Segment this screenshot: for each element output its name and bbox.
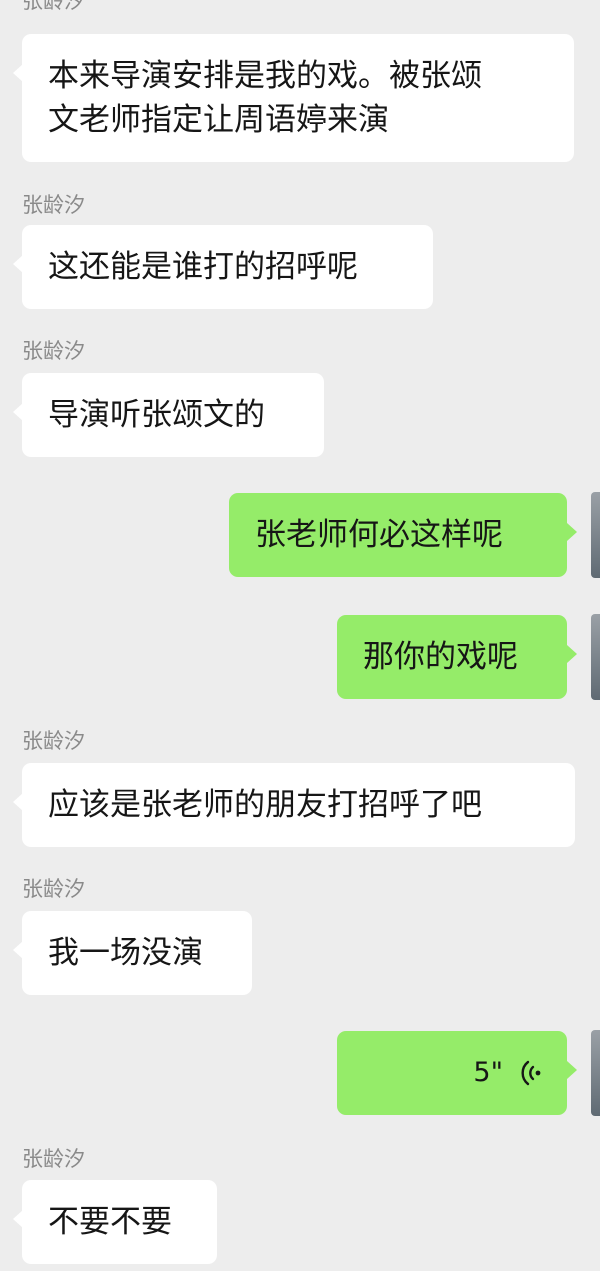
message-bubble-outgoing[interactable]: 那你的戏呢	[337, 615, 577, 699]
voice-duration: 5"	[473, 1057, 503, 1088]
message-bubble-incoming[interactable]: 不要不要	[13, 1180, 217, 1264]
message-text: 导演听张颂文的	[48, 397, 265, 433]
voice-message-bubble[interactable]: 5"	[337, 1031, 577, 1115]
message-text: 本来导演安排是我的戏。被张颂 文老师指定让周语婷来演	[48, 54, 482, 142]
message-text: 我一场没演	[48, 935, 203, 971]
message-text-line: 本来导演安排是我的戏。被张颂	[48, 58, 482, 94]
message-bubble-incoming[interactable]: 应该是张老师的朋友打招呼了吧	[13, 763, 575, 847]
avatar[interactable]	[591, 614, 600, 700]
message-text: 应该是张老师的朋友打招呼了吧	[48, 787, 482, 823]
avatar[interactable]	[591, 492, 600, 578]
message-bubble-incoming[interactable]: 我一场没演	[13, 911, 252, 995]
message-text: 那你的戏呢	[363, 639, 518, 675]
message-bubble-incoming[interactable]: 导演听张颂文的	[13, 373, 324, 457]
message-text: 不要不要	[48, 1204, 172, 1240]
sender-name: 张龄汐	[22, 877, 85, 901]
message-text: 张老师何必这样呢	[255, 517, 503, 553]
voice-wave-icon	[521, 1060, 541, 1086]
sender-name: 张龄汐	[22, 0, 85, 13]
message-bubble-incoming[interactable]: 这还能是谁打的招呼呢	[13, 225, 433, 309]
message-text-line: 文老师指定让周语婷来演	[48, 102, 389, 138]
avatar[interactable]	[591, 1030, 600, 1116]
message-bubble-incoming[interactable]: 本来导演安排是我的戏。被张颂 文老师指定让周语婷来演	[13, 34, 574, 162]
sender-name: 张龄汐	[22, 729, 85, 753]
message-bubble-outgoing[interactable]: 张老师何必这样呢	[229, 493, 577, 577]
sender-name: 张龄汐	[22, 1147, 85, 1171]
sender-name: 张龄汐	[22, 339, 85, 363]
sender-name: 张龄汐	[22, 193, 85, 217]
message-text: 这还能是谁打的招呼呢	[48, 249, 358, 285]
